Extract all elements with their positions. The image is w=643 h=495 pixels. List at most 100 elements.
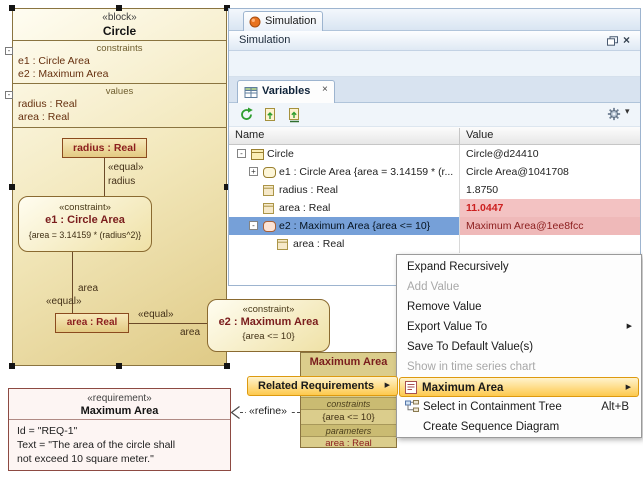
- radius-label: radius: [108, 176, 135, 187]
- row-value: [460, 235, 640, 253]
- binding-connector[interactable]: [104, 158, 105, 196]
- block-name: Circle: [13, 24, 226, 38]
- simulation-icon: [249, 16, 261, 28]
- variables-table-icon: [244, 86, 258, 99]
- maximum-area-element-box[interactable]: Maximum Area constraints {area <= 10} pa…: [300, 352, 397, 448]
- simulation-titlebar[interactable]: Simulation ×: [229, 31, 640, 51]
- compartment-toggle[interactable]: -: [5, 47, 13, 55]
- row-name: e2 : Maximum Area {area <= 10}: [279, 217, 430, 235]
- menu-item-label: Maximum Area: [422, 378, 503, 398]
- menu-item-create-sequence-diagram[interactable]: Create Sequence Diagram: [399, 417, 639, 437]
- requirement-text-line2: not exceed 10 square meter.": [17, 453, 154, 465]
- menu-item-select-in-containment-tree[interactable]: Select in Containment Tree Alt+B: [399, 397, 639, 417]
- close-window-icon[interactable]: ×: [623, 33, 630, 47]
- menu-item-maximum-area[interactable]: Maximum Area ▶: [399, 377, 639, 397]
- refine-label: «refine»: [246, 405, 290, 418]
- selection-handle[interactable]: [9, 184, 15, 190]
- compartment-toggle[interactable]: -: [5, 91, 13, 99]
- selection-handle[interactable]: [116, 5, 122, 11]
- close-tab-icon[interactable]: ×: [322, 84, 328, 95]
- maximum-area-name: Maximum Area: [301, 356, 396, 368]
- menu-item-export-value-to[interactable]: Export Value To ▶: [399, 317, 639, 337]
- column-header-name[interactable]: Name: [235, 127, 264, 144]
- row-name: radius : Real: [279, 181, 338, 199]
- simulation-window: Simulation Simulation ×: [228, 8, 641, 286]
- selection-handle[interactable]: [224, 363, 230, 369]
- table-row[interactable]: radius : Real 1.8750: [229, 181, 640, 199]
- requirement-name: Maximum Area: [9, 405, 230, 417]
- row-name: Circle: [267, 145, 294, 163]
- selection-handle[interactable]: [9, 363, 15, 369]
- block-icon: [251, 149, 264, 160]
- column-divider[interactable]: [459, 128, 460, 144]
- context-menu: Expand Recursively Add Value Remove Valu…: [396, 254, 642, 438]
- block-constraint-item-e1[interactable]: e1 : Circle Area: [18, 55, 90, 67]
- e2-constraint-box[interactable]: «constraint» e2 : Maximum Area {area <= …: [207, 299, 330, 352]
- window-tab-strip: Simulation: [229, 9, 640, 31]
- requirement-stereotype: «requirement»: [9, 393, 230, 404]
- pane-options-dropdown-icon[interactable]: ▾: [625, 106, 630, 117]
- collapse-expander-icon[interactable]: -: [237, 149, 246, 158]
- table-row[interactable]: area : Real: [229, 235, 640, 253]
- simulation-toolbar: » ▶: [229, 51, 640, 77]
- row-value: Circle@d24410: [460, 145, 640, 163]
- selection-handle[interactable]: [9, 5, 15, 11]
- constraint-icon: [263, 167, 276, 178]
- requirement-box[interactable]: «requirement» Maximum Area Id = "REQ-1" …: [8, 388, 231, 471]
- e2-stereotype: «constraint»: [208, 304, 329, 315]
- block-value-item-area[interactable]: area : Real: [18, 111, 69, 123]
- expand-expander-icon[interactable]: +: [249, 167, 258, 176]
- menu-item-remove-value[interactable]: Remove Value: [399, 297, 639, 317]
- equal-label: «equal»: [46, 296, 82, 307]
- containment-tree-icon: [405, 400, 419, 413]
- requirement-text-line1: Text = "The area of the circle shall: [17, 439, 175, 451]
- block-constraint-item-e2[interactable]: e2 : Maximum Area: [18, 68, 108, 80]
- pane-tab-strip: Variables ×: [229, 77, 640, 103]
- constraint-icon: [263, 221, 276, 232]
- values-compartment-label: values: [13, 86, 226, 97]
- export-table-icon[interactable]: [263, 107, 278, 125]
- equal-label: «equal»: [138, 309, 174, 320]
- binding-connector[interactable]: [129, 323, 207, 324]
- radius-part-box[interactable]: radius : Real: [62, 138, 147, 158]
- menu-item-add-value: Add Value: [399, 277, 639, 297]
- refresh-icon[interactable]: [239, 107, 254, 125]
- export-table-alt-icon[interactable]: [287, 107, 302, 126]
- requirement-id: Id = "REQ-1": [17, 425, 77, 437]
- value-property-icon: [263, 203, 274, 214]
- e2-expression: {area <= 10}: [208, 331, 329, 342]
- tab-variables[interactable]: Variables ×: [237, 80, 335, 103]
- tab-simulation[interactable]: Simulation: [243, 11, 323, 31]
- table-row-selected[interactable]: - e2 : Maximum Area {area <= 10} Maximum…: [229, 217, 640, 235]
- submenu-arrow-icon: ▶: [385, 377, 390, 395]
- maximum-area-expression: {area <= 10}: [301, 412, 396, 423]
- table-header: Name Value: [229, 127, 640, 145]
- table-row[interactable]: + e1 : Circle Area {area = 3.14159 * (r.…: [229, 163, 640, 181]
- row-name: e1 : Circle Area {area = 3.14159 * (r...: [279, 163, 453, 181]
- equal-label: «equal»: [108, 162, 144, 173]
- value-property-icon: [277, 239, 288, 250]
- collapse-expander-icon[interactable]: -: [249, 221, 258, 230]
- maximum-area-parameter: area : Real: [301, 438, 396, 448]
- row-name: area : Real: [293, 235, 344, 253]
- submenu-arrow-icon: ▶: [627, 317, 632, 337]
- menu-item-related-requirements[interactable]: Related Requirements ▶: [247, 376, 398, 396]
- e1-constraint-box[interactable]: «constraint» e1 : Circle Area {area = 3.…: [18, 196, 152, 252]
- compartment-separator: [13, 127, 226, 128]
- selection-handle[interactable]: [116, 363, 122, 369]
- magicdraw-workspace: «block» Circle constraints e1 : Circle A…: [0, 0, 643, 495]
- area-label: area: [180, 327, 200, 338]
- area-part-box[interactable]: area : Real: [55, 313, 129, 333]
- menu-item-save-to-default[interactable]: Save To Default Value(s): [399, 337, 639, 357]
- menu-item-label: Select in Containment Tree: [423, 397, 562, 417]
- table-row[interactable]: - Circle Circle@d24410: [229, 145, 640, 163]
- float-window-icon[interactable]: [607, 36, 618, 46]
- table-row[interactable]: area : Real 11.0447: [229, 199, 640, 217]
- column-header-value[interactable]: Value: [466, 127, 493, 144]
- e1-stereotype: «constraint»: [19, 202, 151, 213]
- menu-item-expand-recursively[interactable]: Expand Recursively: [399, 257, 639, 277]
- area-label: area: [78, 283, 98, 294]
- constraints-compartment-label: constraints: [301, 397, 396, 410]
- block-value-item-radius[interactable]: radius : Real: [18, 98, 77, 110]
- pane-options-gear-icon[interactable]: [607, 107, 621, 124]
